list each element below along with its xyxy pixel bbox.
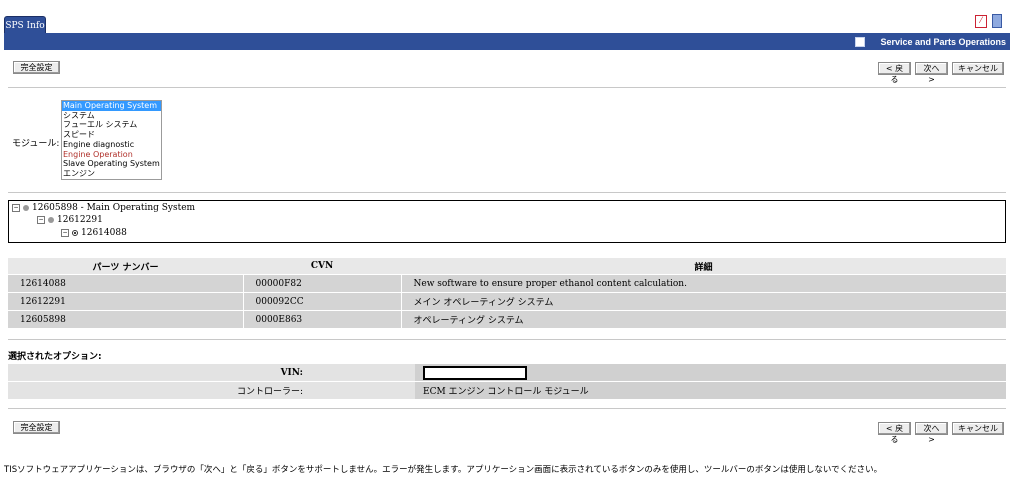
controller-label: コントローラー: [8,381,415,399]
part-number-cell: 12605898 [8,310,244,328]
banner-title: Service and Parts Operations [880,37,1006,47]
column-header: 詳細 [401,258,1006,275]
cancel-button-bottom[interactable]: キャンセル [952,422,1004,435]
table-row: 12605898 0000E863 オペレーティング システム [8,310,1006,328]
vin-label: VIN: [8,363,415,382]
back-button-bottom[interactable]: < 戻る [878,422,911,444]
selected-options-title: 選択されたオプション: [8,352,102,362]
node-dot-icon [23,204,29,211]
vin-redacted-box [423,365,527,380]
divider [8,192,1006,193]
detail-cell: メイン オペレーティング システム [401,292,1006,311]
table-header-row: パーツ ナンバー CVN 詳細 [8,258,1006,275]
module-option[interactable]: Main Operating System [62,101,161,111]
module-option[interactable]: Engine diagnostic [62,140,161,150]
tab-sps-info[interactable]: SPS Info [4,16,46,34]
divider [8,408,1006,409]
document-icon[interactable] [992,14,1002,28]
collapse-icon[interactable]: − [61,228,69,237]
node-dot-icon [48,216,54,223]
module-option[interactable]: エンジン [62,169,161,179]
table-row: 12614088 00000F82 New software to ensure… [8,274,1006,293]
part-number-cell: 12612291 [8,292,244,311]
next-button-top[interactable]: 次へ > [915,62,948,84]
column-header: パーツ ナンバー [8,258,243,275]
cvn-cell: 000092CC [243,292,402,311]
tree-node-child[interactable]: −12612291 [37,215,103,225]
table-row: 12612291 000092CC メイン オペレーティング システム [8,292,1006,311]
module-option[interactable]: システム [62,111,161,121]
vin-value [415,363,1006,382]
footer-notice: TISソフトウェアアプリケーションは、ブラウザの「次へ」と「戻る」ボタンをサポー… [4,465,883,475]
app-icon [855,37,865,47]
software-tree: −12605898 - Main Operating System −12612… [8,200,1006,243]
detail-cell: New software to ensure proper ethanol co… [401,274,1006,293]
cancel-button-top[interactable]: キャンセル [952,62,1004,75]
selected-options-table: VIN: コントローラー: ECM エンジン コントロール モジュール [8,363,1006,399]
module-option[interactable]: Engine Operation [62,150,161,160]
column-header: CVN [243,258,401,275]
radio-selected-icon[interactable] [72,229,78,236]
confirm-button-bottom[interactable]: 完全設定 [13,421,60,434]
cvn-cell: 00000F82 [243,274,402,293]
divider [8,339,1006,340]
confirm-button-top[interactable]: 完全設定 [13,61,60,74]
parts-table: パーツ ナンバー CVN 詳細 12614088 00000F82 New so… [8,258,1006,328]
module-label: モジュール: [12,139,60,149]
module-option[interactable]: Slave Operating System [62,159,161,169]
collapse-icon[interactable]: − [12,203,20,212]
back-button-top[interactable]: < 戻る [878,62,911,84]
tree-node-leaf[interactable]: −12614088 [61,228,127,238]
vin-row: VIN: [8,363,1006,382]
module-option[interactable]: フューエル システム [62,120,161,130]
controller-row: コントローラー: ECM エンジン コントロール モジュール [8,381,1006,399]
next-button-bottom[interactable]: 次へ > [915,422,948,444]
module-option[interactable]: スピード [62,130,161,140]
controller-value: ECM エンジン コントロール モジュール [415,381,1006,399]
detail-cell: オペレーティング システム [401,310,1006,328]
divider [8,87,1006,88]
module-listbox[interactable]: Main Operating System システム フューエル システム スピ… [61,100,162,180]
pdf-icon[interactable]: ⁄ [975,15,987,28]
cvn-cell: 0000E863 [243,310,402,328]
tree-node-root[interactable]: −12605898 - Main Operating System [12,203,195,213]
collapse-icon[interactable]: − [37,215,45,224]
part-number-cell: 12614088 [8,274,244,293]
